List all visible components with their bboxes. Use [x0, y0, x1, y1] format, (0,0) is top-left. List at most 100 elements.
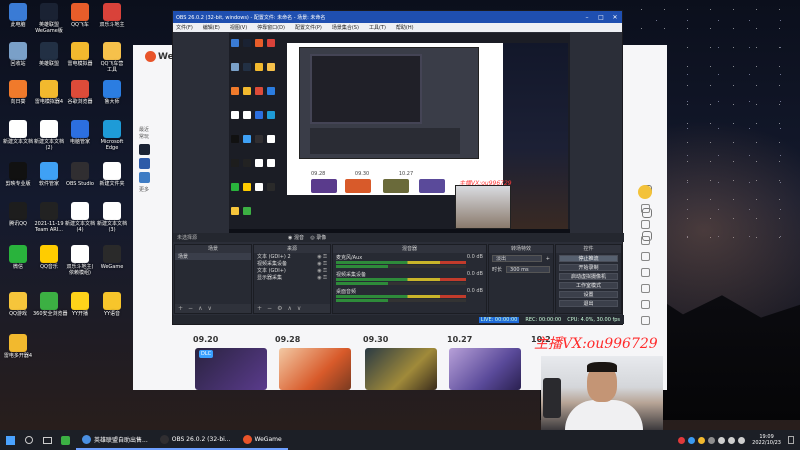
source-item[interactable]: 显示器采集 ◉ ⚿	[254, 274, 330, 282]
wegame-side-recent[interactable]: 最近	[139, 127, 151, 134]
desktop-icon[interactable]: WeGame	[96, 245, 128, 270]
desktop-icon[interactable]: 电脑管家	[64, 120, 96, 145]
desktop-icon[interactable]: OBS Studio	[64, 162, 96, 187]
remove-icon[interactable]: −	[188, 305, 193, 312]
search-icon[interactable]	[25, 436, 33, 444]
menu-item[interactable]: 配置文件(P)	[295, 24, 322, 31]
wegame-side-frequent[interactable]: 常玩	[139, 134, 151, 141]
desktop-icon[interactable]: 微信	[2, 245, 34, 270]
cart-icon[interactable]	[640, 316, 650, 325]
visibility-icon[interactable]: ◉ ⚿	[317, 261, 327, 267]
desktop-icon[interactable]: 鲁大师	[96, 80, 128, 105]
menu-item[interactable]: 工具(T)	[369, 24, 386, 31]
desktop-icon[interactable]: 双乐斗地主	[96, 3, 128, 28]
tray-icon[interactable]	[698, 436, 706, 444]
maximize-icon[interactable]: □	[594, 14, 608, 21]
control-button[interactable]: 停止推流	[559, 255, 618, 262]
desktop-icon[interactable]: 此电脑	[2, 3, 34, 28]
tray-icon[interactable]	[688, 436, 696, 444]
add-icon[interactable]: +	[257, 305, 262, 312]
control-button[interactable]: 启动虚拟摄像机	[559, 273, 618, 280]
desktop-icon[interactable]: 向日葵	[2, 80, 34, 105]
game-icon[interactable]	[640, 204, 650, 213]
radio-record[interactable]: ◎ 录像	[310, 235, 326, 241]
desktop-icon[interactable]: QQ飞车	[64, 3, 96, 28]
menu-item[interactable]: 帮助(H)	[396, 24, 414, 31]
desktop-icon[interactable]: YY开播	[64, 292, 96, 317]
visibility-icon[interactable]: ◉ ⚿	[317, 275, 327, 281]
taskbar-app[interactable]: WeGame	[236, 430, 288, 450]
desktop-icon[interactable]: Microsoft Edge	[96, 120, 128, 151]
radio-mix[interactable]: ◉ 混音	[288, 235, 304, 241]
pinned-app-icon[interactable]	[61, 435, 70, 445]
add-icon[interactable]: +	[178, 305, 183, 312]
store-icon[interactable]	[640, 220, 650, 229]
controller-icon[interactable]	[640, 252, 650, 261]
transition-select[interactable]: 淡出	[492, 255, 542, 262]
desktop-icon[interactable]: 360安全浏览器	[33, 292, 68, 317]
control-button[interactable]: 工作室模式	[559, 282, 618, 289]
move-down-icon[interactable]: ∨	[297, 305, 301, 312]
ime-icon[interactable]	[738, 436, 746, 444]
desktop-icon[interactable]: 雷电模拟器4	[33, 80, 65, 105]
menu-item[interactable]: 停靠窗口(D)	[257, 24, 285, 31]
game-poster[interactable]	[449, 348, 521, 390]
desktop-icon[interactable]: 新建文本文档 (3)	[96, 202, 128, 233]
scene-item[interactable]: 场景	[175, 253, 251, 260]
obs-preview[interactable]: 09.28 09.30 10.27 主播VX:ou996729	[229, 33, 570, 239]
chart-icon[interactable]	[640, 300, 650, 309]
wegame-side-more[interactable]: 更多	[139, 187, 151, 194]
desktop-icon[interactable]: 谷歌浏览器	[64, 80, 96, 105]
clock[interactable]: 19:09 2022/10/23	[752, 434, 781, 446]
task-view-icon[interactable]	[43, 436, 52, 444]
source-item[interactable]: 文本 (GDI+) ◉ ⚿	[254, 267, 330, 275]
location-icon[interactable]	[640, 284, 650, 293]
menu-item[interactable]: 文件(F)	[176, 24, 193, 31]
minimize-icon[interactable]: –	[580, 14, 594, 21]
source-item[interactable]: 视频采集设备 ◉ ⚿	[254, 260, 330, 268]
volume-icon[interactable]	[728, 436, 736, 444]
game-shortcut-icon[interactable]	[139, 144, 150, 155]
obs-titlebar[interactable]: OBS 26.0.2 (32-bit, windows) - 配置文件: 未命名…	[173, 11, 622, 23]
desktop-icon[interactable]: 腾讯QQ	[2, 202, 34, 227]
trophy-icon[interactable]	[640, 236, 650, 245]
obs-window[interactable]: OBS 26.0.2 (32-bit, windows) - 配置文件: 未命名…	[172, 10, 624, 325]
game-poster[interactable]	[365, 348, 437, 390]
source-item[interactable]: 文本 (GDI+) 2 ◉ ⚿	[254, 253, 330, 261]
desktop-icon[interactable]: 双乐斗地主( 依赖模组)	[64, 245, 96, 276]
game-shortcut-icon[interactable]	[139, 172, 150, 183]
desktop-icon[interactable]: 新建文本文档 (2)	[33, 120, 65, 151]
network-icon[interactable]	[718, 436, 726, 444]
desktop-icon[interactable]: 回收站	[2, 42, 34, 67]
game-shortcut-icon[interactable]	[139, 158, 150, 169]
desktop-icon[interactable]: 新建文本文档	[2, 120, 34, 145]
add-transition-icon[interactable]: +	[546, 256, 550, 262]
volume-slider[interactable]	[336, 299, 466, 302]
menu-item[interactable]: 视图(V)	[230, 24, 247, 31]
game-poster[interactable]	[279, 348, 351, 390]
desktop-icon[interactable]: 2021-11-19 Team ARI...	[33, 202, 65, 233]
taskbar-app[interactable]: 英雄联盟自助出售...	[76, 430, 154, 450]
control-button[interactable]: 设置	[559, 291, 618, 298]
desktop-icon[interactable]: 新建文本文档 (4)	[64, 202, 96, 233]
remove-icon[interactable]: −	[267, 305, 272, 312]
desktop-icon[interactable]: YY语音	[96, 292, 128, 317]
desktop-icon[interactable]: 剪映专业版	[2, 162, 34, 187]
control-button[interactable]: 开始录制	[559, 264, 618, 271]
desktop-icon[interactable]: 英雄联盟 WeGame版	[33, 3, 65, 34]
duration-input[interactable]: 300 ms	[506, 266, 550, 273]
visibility-icon[interactable]: ◉ ⚿	[317, 254, 327, 260]
desktop-icon[interactable]: QQ飞车营 工具	[96, 42, 128, 73]
volume-slider[interactable]	[336, 265, 466, 268]
visibility-icon[interactable]: ◉ ⚿	[317, 268, 327, 274]
desktop-icon[interactable]: 英雄联盟	[33, 42, 65, 67]
desktop-icon[interactable]: QQ音乐	[33, 245, 65, 270]
tray-icon[interactable]	[708, 436, 716, 444]
game-poster[interactable]: DLC	[195, 348, 267, 390]
volume-slider[interactable]	[336, 282, 466, 285]
menu-item[interactable]: 编辑(E)	[203, 24, 220, 31]
avatar[interactable]	[638, 185, 652, 199]
control-button[interactable]: 退出	[559, 300, 618, 307]
windows-start-icon[interactable]	[6, 435, 15, 445]
close-icon[interactable]: ✕	[608, 14, 622, 21]
